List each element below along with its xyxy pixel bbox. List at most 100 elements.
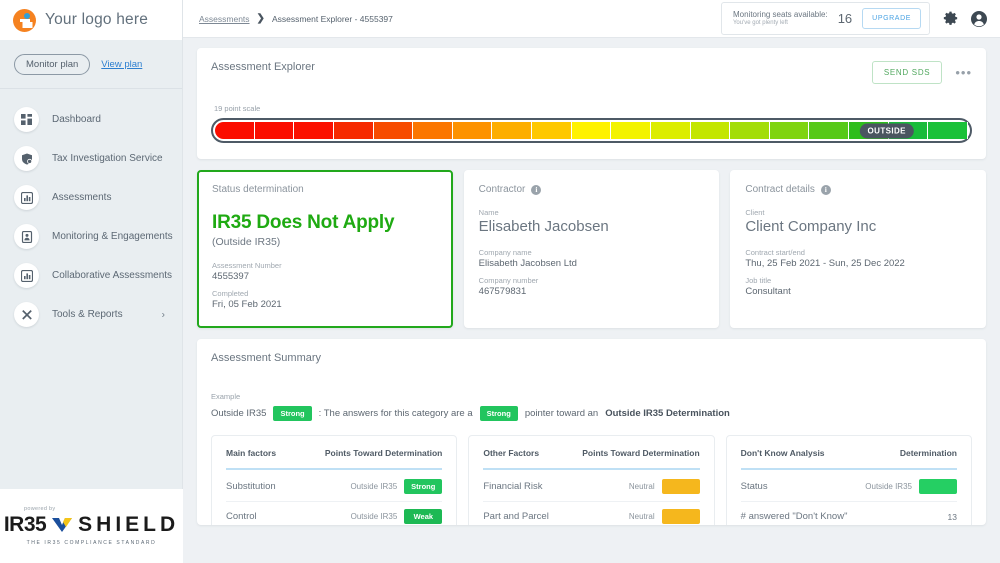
company-name-field: Company name Elisabeth Jacobsen Ltd — [479, 248, 705, 269]
view-plan-link[interactable]: View plan — [101, 59, 142, 70]
row-name: Part and Parcel — [483, 511, 549, 522]
seats-label: Monitoring seats available: — [732, 10, 828, 20]
sidebar-item-label: Monitoring & Engagements — [52, 231, 173, 242]
monitor-plan-badge: Monitor plan — [14, 54, 91, 75]
assessment-summary-panel: Assessment Summary Example Outside IR35 … — [197, 339, 986, 525]
column-header-left: Don't Know Analysis — [740, 448, 825, 458]
table-header: Don't Know Analysis Determination — [741, 448, 957, 468]
scale-segment-3 — [294, 122, 334, 139]
logo-tagline: THE IR35 COMPLIANCE STANDARD — [26, 540, 157, 546]
contractor-card-title: Contractor — [478, 184, 526, 195]
table-row[interactable]: Control Outside IR35 Weak — [226, 502, 443, 525]
table-header: Other Factors Points Toward Determinatio… — [483, 448, 699, 468]
job-title-field: Job title Consultant — [745, 276, 971, 297]
row-value: Outside IR35 — [350, 482, 398, 491]
table-rule — [226, 468, 443, 470]
upgrade-button[interactable]: UPGRADE — [862, 8, 921, 29]
row-name: Control — [226, 511, 257, 522]
status-badge: Weak — [404, 509, 443, 524]
field-value: Fri, 05 Feb 2021 — [212, 299, 282, 310]
shield-icon — [14, 146, 39, 171]
info-icon[interactable]: i — [531, 184, 542, 195]
table-rule — [483, 468, 700, 470]
scale-segment-8 — [492, 122, 532, 139]
brand-logo-icon — [13, 8, 36, 32]
scale-segment-14 — [730, 122, 770, 139]
table-row[interactable]: Financial Risk Neutral — [483, 472, 700, 502]
gear-icon[interactable] — [941, 10, 959, 28]
account-icon[interactable] — [970, 10, 988, 28]
sidebar-item-tax-investigation-service[interactable]: Tax Investigation Service — [0, 139, 182, 178]
row-value-group: Neutral — [629, 509, 700, 524]
dashboard-icon — [14, 107, 39, 132]
topbar: Assessments ❯ Assessment Explorer - 4555… — [183, 0, 1000, 38]
breadcrumb: Assessments ❯ Assessment Explorer - 4555… — [199, 13, 393, 24]
table-row[interactable]: Status Outside IR35 — [740, 472, 957, 502]
status-determination-card: Status determination IR35 Does Not Apply… — [197, 170, 453, 328]
sidebar-item-label: Dashboard — [52, 114, 101, 125]
sidebar-item-monitoring-engagements[interactable]: Monitoring & Engagements — [0, 217, 182, 256]
summary-tables: Main factors Points Toward Determination… — [211, 435, 972, 525]
send-sds-button[interactable]: SEND SDS — [871, 61, 943, 84]
sidebar-item-label: Tools & Reports — [52, 309, 123, 320]
example-prefix: Outside IR35 — [211, 408, 267, 419]
contractor-card: Contractor i Name Elisabeth Jacobsen Com… — [463, 170, 720, 328]
field-label: Name — [478, 208, 499, 217]
sidebar-item-dashboard[interactable]: Dashboard — [0, 100, 182, 139]
completed-field: Completed Fri, 05 Feb 2021 — [212, 289, 438, 310]
column-header-right: Points Toward Determination — [582, 448, 700, 458]
row-name: Substitution — [226, 481, 276, 492]
column-header-left: Main factors — [226, 448, 277, 458]
column-header-left: Other Factors — [483, 448, 540, 458]
field-label: Company number — [478, 276, 539, 285]
column-header-right: Determination — [899, 448, 957, 458]
status-badge — [918, 479, 957, 494]
field-label: Company name — [478, 248, 532, 257]
status-badge — [661, 509, 700, 524]
contract-dates-field: Contract start/end Thu, 25 Feb 2021 - Su… — [745, 248, 971, 269]
sidebar-item-assessments[interactable]: Assessments — [0, 178, 182, 217]
summary-title: Assessment Summary — [211, 352, 322, 364]
sidebar-item-label: Tax Investigation Service — [52, 153, 163, 164]
breadcrumb-assessments[interactable]: Assessments — [199, 14, 250, 24]
document-person-icon — [14, 224, 39, 249]
info-icon[interactable]: i — [820, 184, 831, 195]
logo-ir35-text: IR35 — [3, 513, 47, 536]
scale-label: 19 point scale — [214, 104, 261, 113]
breadcrumb-current: Assessment Explorer - 4555397 — [271, 13, 393, 24]
column-header-right: Points Toward Determination — [324, 448, 443, 458]
sidebar-item-collaborative-assessments[interactable]: Collaborative Assessments — [0, 256, 182, 295]
sidebar-logo[interactable]: Your logo here — [0, 0, 182, 40]
bar-chart-icon — [14, 263, 39, 288]
example-badge-strong-1: Strong — [273, 406, 312, 421]
determination-scale[interactable]: OUTSIDE — [211, 118, 972, 143]
sidebar-item-tools-reports[interactable]: Tools & Reports › — [0, 295, 182, 334]
plan-row: Monitor plan View plan — [0, 40, 182, 89]
client-field: Client Client Company Inc — [745, 208, 971, 235]
table-row[interactable]: Part and Parcel Neutral — [483, 502, 700, 525]
example-bold-text: Outside IR35 Determination — [605, 408, 730, 419]
field-label: Client — [745, 208, 765, 217]
chevron-logo-icon — [51, 516, 73, 534]
field-value: Elisabeth Jacobsen — [478, 218, 609, 235]
field-label: Job title — [745, 276, 772, 285]
main-area: Assessments ❯ Assessment Explorer - 4555… — [183, 0, 1000, 563]
row-name: Status — [740, 481, 768, 492]
scale-segment-2 — [254, 122, 295, 139]
scale-segment-10 — [571, 122, 612, 139]
field-value: 467579831 — [478, 286, 527, 297]
scale-segment-12 — [650, 122, 691, 139]
more-options-icon[interactable]: ••• — [955, 66, 972, 79]
field-value: Thu, 25 Feb 2021 - Sun, 25 Dec 2022 — [745, 258, 905, 269]
status-subhead: (Outside IR35) — [212, 236, 281, 248]
table-row[interactable]: Substitution Outside IR35 Strong — [226, 472, 443, 502]
company-number-field: Company number 467579831 — [479, 276, 705, 297]
page-title: Assessment Explorer — [211, 61, 315, 73]
chevron-right-icon: › — [161, 309, 165, 320]
seats-sublabel: You've got plenty left — [732, 19, 788, 26]
status-card-title: Status determination — [212, 184, 304, 195]
example-label: Example — [211, 392, 241, 401]
field-label: Assessment Number — [212, 261, 282, 270]
table-row[interactable]: # answered "Don't Know" 13 — [741, 502, 957, 525]
app-root: Your logo here Monitor plan View plan Da… — [0, 0, 1000, 563]
